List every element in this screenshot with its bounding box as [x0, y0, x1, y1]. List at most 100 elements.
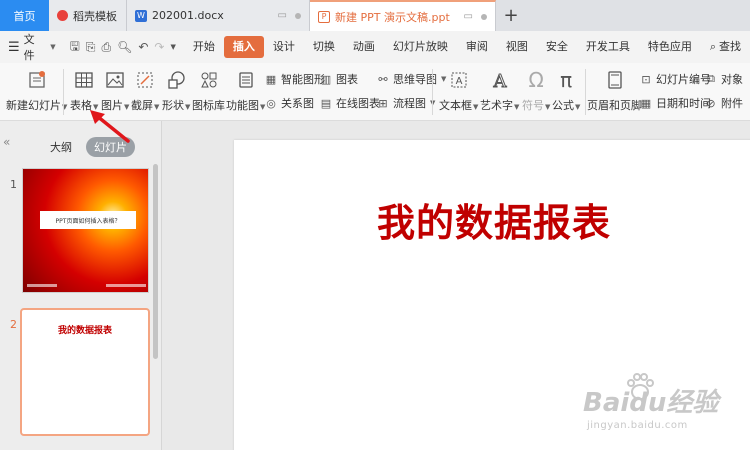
online-chart-button[interactable]: ▤ 在线图表	[319, 95, 380, 111]
slide-thumbnail-1[interactable]: PPT页面如何插入表格？	[22, 168, 149, 293]
tab-ppt-label: 新建 PPT 演示文稿.ppt	[335, 10, 450, 24]
picture-button[interactable]: 图片▼	[101, 69, 129, 113]
unsaved-dot-icon[interactable]	[481, 13, 487, 20]
chart-label: 图表	[336, 73, 358, 86]
tab-docer-label: 稻壳模板	[73, 9, 117, 23]
new-slide-button[interactable]: 新建幻灯片▼	[6, 69, 67, 113]
screenshot-button[interactable]: 截屏▼	[131, 69, 159, 113]
print-icon[interactable]: ⎙	[101, 40, 111, 55]
collapse-panel-icon[interactable]: «	[3, 135, 10, 149]
picture-icon	[104, 69, 126, 91]
file-menu-label: 文件	[23, 33, 35, 62]
menu-security[interactable]: 安全	[537, 36, 577, 58]
screenshot-label: 截屏	[131, 99, 153, 112]
object-label: 对象	[721, 73, 743, 86]
tab-docx-label: 202001.docx	[152, 9, 224, 22]
new-slide-label: 新建幻灯片	[6, 99, 61, 112]
redo-icon[interactable]: ↷	[154, 40, 164, 54]
svg-text:A: A	[455, 76, 462, 87]
mind-map-button[interactable]: ⚯ 思维导图 ▼	[376, 71, 446, 87]
mind-map-icon: ⚯	[378, 72, 388, 86]
pin-icon[interactable]: ▭	[278, 10, 287, 21]
art-text-button[interactable]: A 艺术字▼	[480, 69, 519, 113]
header-footer-label: 页眉和页脚	[587, 99, 642, 112]
new-slide-icon	[26, 69, 48, 91]
textbox-icon: A	[448, 69, 470, 91]
slide-number-2: 2	[10, 318, 17, 331]
format-painter-icon[interactable]: ⎘	[86, 40, 96, 55]
symbol-label: 符号	[522, 99, 544, 112]
shape-button[interactable]: 形状▼	[162, 69, 190, 113]
slide-number-button[interactable]: ⊡ 幻灯片编号	[639, 71, 711, 87]
slide-number-label: 幻灯片编号	[656, 73, 711, 86]
tab-outline[interactable]: 大纲	[44, 137, 78, 157]
table-button[interactable]: 表格▼	[70, 69, 98, 113]
menu-transition[interactable]: 切换	[304, 36, 344, 58]
object-button[interactable]: ⧉ 对象	[704, 71, 743, 87]
hamburger-icon: ☰	[8, 39, 20, 55]
omega-icon: Ω	[528, 68, 544, 92]
undo-icon[interactable]: ↶	[138, 40, 148, 54]
red-pointer-arrow-icon	[90, 110, 130, 143]
svg-text:A: A	[492, 71, 507, 91]
function-chart-button[interactable]: 功能图▼	[226, 69, 265, 113]
header-footer-button[interactable]: 页眉和页脚	[587, 69, 642, 113]
menu-dev-tools[interactable]: 开发工具	[577, 36, 639, 58]
slide-title[interactable]: 我的数据报表	[234, 192, 750, 247]
symbol-button[interactable]: Ω 符号▼	[522, 68, 550, 113]
pin-icon[interactable]: ▭	[464, 11, 473, 22]
watermark-brand: Baidu经验	[583, 388, 719, 418]
bar-chart-icon: ▥	[320, 72, 332, 86]
screenshot-icon	[134, 69, 156, 91]
unsaved-dot-icon[interactable]	[295, 12, 301, 19]
search-icon: ⌕	[709, 40, 716, 53]
chevron-down-icon[interactable]: ▼	[170, 43, 175, 51]
shape-icon	[165, 69, 187, 91]
relation-chart-button[interactable]: ◎ 关系图	[264, 95, 314, 111]
art-text-label: 艺术字	[480, 99, 513, 112]
online-chart-icon: ▤	[320, 96, 332, 110]
thumbnail-footer	[27, 284, 146, 288]
icon-library-icon	[198, 69, 220, 91]
attachment-button[interactable]: ⊘ 附件	[704, 95, 743, 111]
menu-search[interactable]: ⌕ 查找	[701, 36, 750, 58]
tab-home[interactable]: 首页	[0, 0, 49, 31]
menu-review[interactable]: 审阅	[457, 36, 497, 58]
menu-insert[interactable]: 插入	[223, 36, 264, 58]
slide-thumbnail-2[interactable]: 我的数据报表	[20, 308, 150, 436]
paperclip-icon: ⊘	[706, 96, 716, 110]
new-tab-button[interactable]: +	[496, 0, 526, 31]
docer-icon	[57, 10, 68, 21]
attachment-label: 附件	[721, 97, 743, 110]
panel-scrollbar[interactable]	[153, 164, 158, 359]
relation-chart-label: 关系图	[281, 97, 314, 110]
icon-library-button[interactable]: 图标库	[192, 69, 225, 113]
tab-docer-templates[interactable]: 稻壳模板	[49, 0, 127, 31]
flow-chart-button[interactable]: ⊞ 流程图 ▼	[376, 95, 435, 111]
smart-graphic-button[interactable]: ▦ 智能图形	[264, 71, 325, 87]
menu-slideshow[interactable]: 幻灯片放映	[384, 36, 457, 58]
textbox-button[interactable]: A 文本框▼	[439, 69, 478, 113]
menu-animation[interactable]: 动画	[344, 36, 384, 58]
date-time-button[interactable]: ▦ 日期和时间	[639, 95, 711, 111]
watermark-url: jingyan.baidu.com	[587, 420, 688, 431]
file-menu[interactable]: ☰ 文件 ▼	[0, 31, 64, 63]
menu-start[interactable]: 开始	[184, 36, 224, 58]
word-icon: W	[135, 9, 147, 22]
baidu-watermark: Baidu经验 jingyan.baidu.com	[583, 373, 743, 438]
object-icon: ⧉	[707, 72, 715, 85]
tab-ppt[interactable]: P 新建 PPT 演示文稿.ppt ▭	[310, 0, 496, 31]
icon-library-label: 图标库	[192, 99, 225, 112]
menu-design[interactable]: 设计	[264, 36, 304, 58]
print-preview-icon[interactable]: 🔍︎	[117, 40, 132, 54]
flow-chart-label: 流程图	[393, 97, 426, 110]
save-icon[interactable]: 🖫	[70, 37, 80, 58]
menu-view[interactable]: 视图	[497, 36, 537, 58]
menu-special[interactable]: 特色应用	[639, 36, 701, 58]
tab-docx[interactable]: W 202001.docx ▭	[127, 0, 310, 31]
formula-button[interactable]: π 公式▼	[552, 68, 580, 113]
chart-button[interactable]: ▥ 图表	[319, 71, 358, 87]
flow-chart-icon: ⊞	[378, 96, 388, 110]
calendar-icon: ▦	[640, 96, 652, 110]
tab-bar: 首页 稻壳模板 W 202001.docx ▭ P 新建 PPT 演示文稿.pp…	[0, 0, 750, 31]
